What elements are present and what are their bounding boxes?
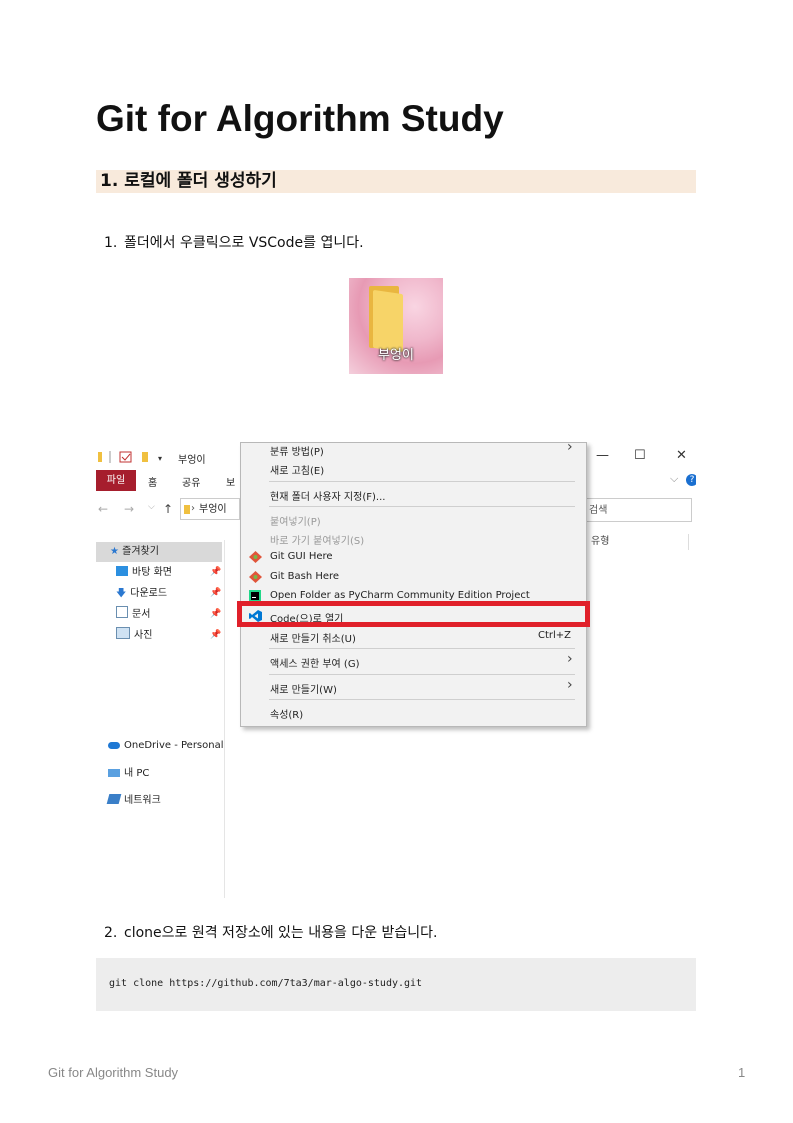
menu-item-sort-by[interactable]: 분류 방법(P) (270, 443, 324, 458)
nav-item-favorites[interactable]: ★ 즐겨찾기 (96, 542, 222, 562)
tab-home[interactable]: 홈 (148, 474, 157, 489)
explorer-window-title: 부엉이 (178, 455, 206, 466)
step-1-text: 폴더에서 우클릭으로 VSCode를 엽니다. (124, 235, 364, 251)
nav-item-pictures[interactable]: 사진 (116, 626, 152, 646)
nav-item-desktop[interactable]: 바탕 화면 (116, 563, 172, 583)
page-number: 1 (738, 1065, 746, 1080)
folder-icon (184, 505, 190, 514)
menu-item-open-pycharm[interactable]: Open Folder as PyCharm Community Edition… (270, 590, 530, 601)
pin-icon[interactable]: 📌 (210, 609, 221, 619)
menu-item-paste[interactable]: 붙여넣기(P) (270, 513, 321, 528)
nav-item-this-pc[interactable]: 내 PC (108, 764, 149, 784)
maximize-button[interactable]: ☐ (634, 448, 646, 463)
menu-item-paste-shortcut[interactable]: 바로 가기 붙여넣기(S) (270, 532, 364, 547)
step-2-text: clone으로 원격 저장소에 있는 내용을 다운 받습니다. (124, 925, 438, 941)
nav-item-label: 다운로드 (130, 588, 168, 599)
svg-text:▾: ▾ (158, 454, 162, 463)
document-title: Git for Algorithm Study (96, 98, 504, 139)
menu-separator (269, 506, 575, 507)
up-arrow-icon[interactable]: ↑ (163, 502, 173, 516)
menu-item-git-bash[interactable]: Git Bash Here (270, 571, 339, 582)
menu-separator (269, 481, 575, 482)
address-text: 부엉이 (199, 504, 227, 515)
help-icon[interactable]: ? (686, 474, 696, 486)
step-1: 1. 폴더에서 우클릭으로 VSCode를 엽니다. (104, 233, 364, 253)
recent-dropdown-icon[interactable]: ⌵ (148, 502, 155, 512)
submenu-arrow-icon: › (567, 677, 573, 693)
column-divider (688, 534, 689, 550)
nav-item-label: 사진 (134, 630, 153, 641)
menu-separator (269, 648, 575, 649)
tab-file[interactable]: 파일 (96, 470, 136, 491)
nav-item-documents[interactable]: 문서 (116, 605, 150, 625)
section-heading: 1. 로컬에 폴더 생성하기 (96, 170, 696, 193)
computer-icon (108, 769, 120, 777)
back-arrow-icon[interactable]: ← (98, 502, 108, 516)
menu-item-undo-new[interactable]: 새로 만들기 취소(U) (270, 630, 356, 645)
quick-access-toolbar-icon: ▾ (98, 451, 162, 463)
menu-item-customize-folder[interactable]: 현재 폴더 사용자 지정(F)... (270, 488, 385, 503)
picture-icon (116, 627, 130, 639)
code-text[interactable]: git clone https://github.com/7ta3/mar-al… (109, 978, 422, 989)
nav-item-label: OneDrive - Personal (124, 740, 224, 751)
document-icon (116, 606, 128, 618)
nav-item-downloads[interactable]: 🡇 다운로드 (116, 584, 167, 604)
context-menu: 분류 방법(P) › 새로 고침(E) 현재 폴더 사용자 지정(F)... 붙… (240, 442, 587, 727)
menu-shortcut-ctrl-z: Ctrl+Z (538, 630, 572, 641)
desktop-icon (116, 566, 128, 576)
submenu-arrow-icon: › (567, 442, 573, 455)
menu-separator (269, 674, 575, 675)
step-2: 2. clone으로 원격 저장소에 있는 내용을 다운 받습니다. (104, 923, 438, 943)
folder-label: 부엉이 (378, 348, 414, 363)
folder-icon-front (373, 289, 403, 353)
search-input[interactable]: 검색 (584, 498, 692, 522)
nav-item-onedrive[interactable]: OneDrive - Personal (108, 736, 224, 756)
nav-item-label: 문서 (132, 609, 151, 620)
submenu-arrow-icon: › (567, 651, 573, 667)
code-block: git clone https://github.com/7ta3/mar-al… (96, 958, 696, 1011)
forward-arrow-icon[interactable]: → (124, 502, 134, 516)
folder-thumbnail: 부엉이 (349, 278, 443, 374)
menu-item-refresh[interactable]: 새로 고침(E) (270, 462, 324, 477)
star-icon: ★ (110, 546, 119, 557)
nav-item-label: 네트워크 (124, 795, 161, 806)
step-2-number: 2. (104, 925, 118, 941)
pin-icon[interactable]: 📌 (210, 567, 221, 577)
minimize-button[interactable]: — (596, 448, 609, 463)
menu-item-properties[interactable]: 속성(R) (270, 706, 303, 721)
column-header-type[interactable]: 유형 (591, 532, 609, 547)
download-icon: 🡇 (116, 588, 127, 599)
address-input[interactable]: › 부엉이 (180, 498, 240, 520)
tab-share[interactable]: 공유 (182, 474, 200, 489)
explorer-screenshot: ▾ 부엉이 — ☐ ✕ 파일 홈 공유 보 ⌵ ? ← → ⌵ ↑ › 부엉이 … (96, 442, 696, 898)
menu-separator (269, 699, 575, 700)
highlight-box (237, 601, 590, 627)
menu-item-new[interactable]: 새로 만들기(W) (270, 681, 337, 696)
footer-title: Git for Algorithm Study (48, 1065, 179, 1080)
navigation-pane: ★ 즐겨찾기 바탕 화면 📌 🡇 다운로드 📌 문서 📌 사진 📌 OneDriv… (96, 540, 225, 898)
git-gui-icon (249, 551, 262, 563)
nav-item-label: 내 PC (124, 768, 150, 779)
tab-view[interactable]: 보 (226, 474, 235, 489)
chevron-down-icon[interactable]: ⌵ (670, 472, 678, 486)
pin-icon[interactable]: 📌 (210, 630, 221, 640)
nav-item-label: 바탕 화면 (132, 567, 172, 578)
breadcrumb-chevron-icon: › (191, 503, 195, 514)
cloud-icon (108, 742, 120, 749)
network-icon (106, 794, 122, 804)
pin-icon[interactable]: 📌 (210, 588, 221, 598)
menu-item-git-gui[interactable]: Git GUI Here (270, 551, 333, 562)
menu-item-grant-access[interactable]: 액세스 권한 부여 (G) (270, 655, 360, 670)
step-1-number: 1. (104, 235, 118, 251)
nav-item-network[interactable]: 네트워크 (106, 791, 161, 811)
nav-item-label: 즐겨찾기 (122, 546, 159, 557)
git-bash-icon (249, 571, 262, 583)
close-button[interactable]: ✕ (676, 448, 687, 463)
